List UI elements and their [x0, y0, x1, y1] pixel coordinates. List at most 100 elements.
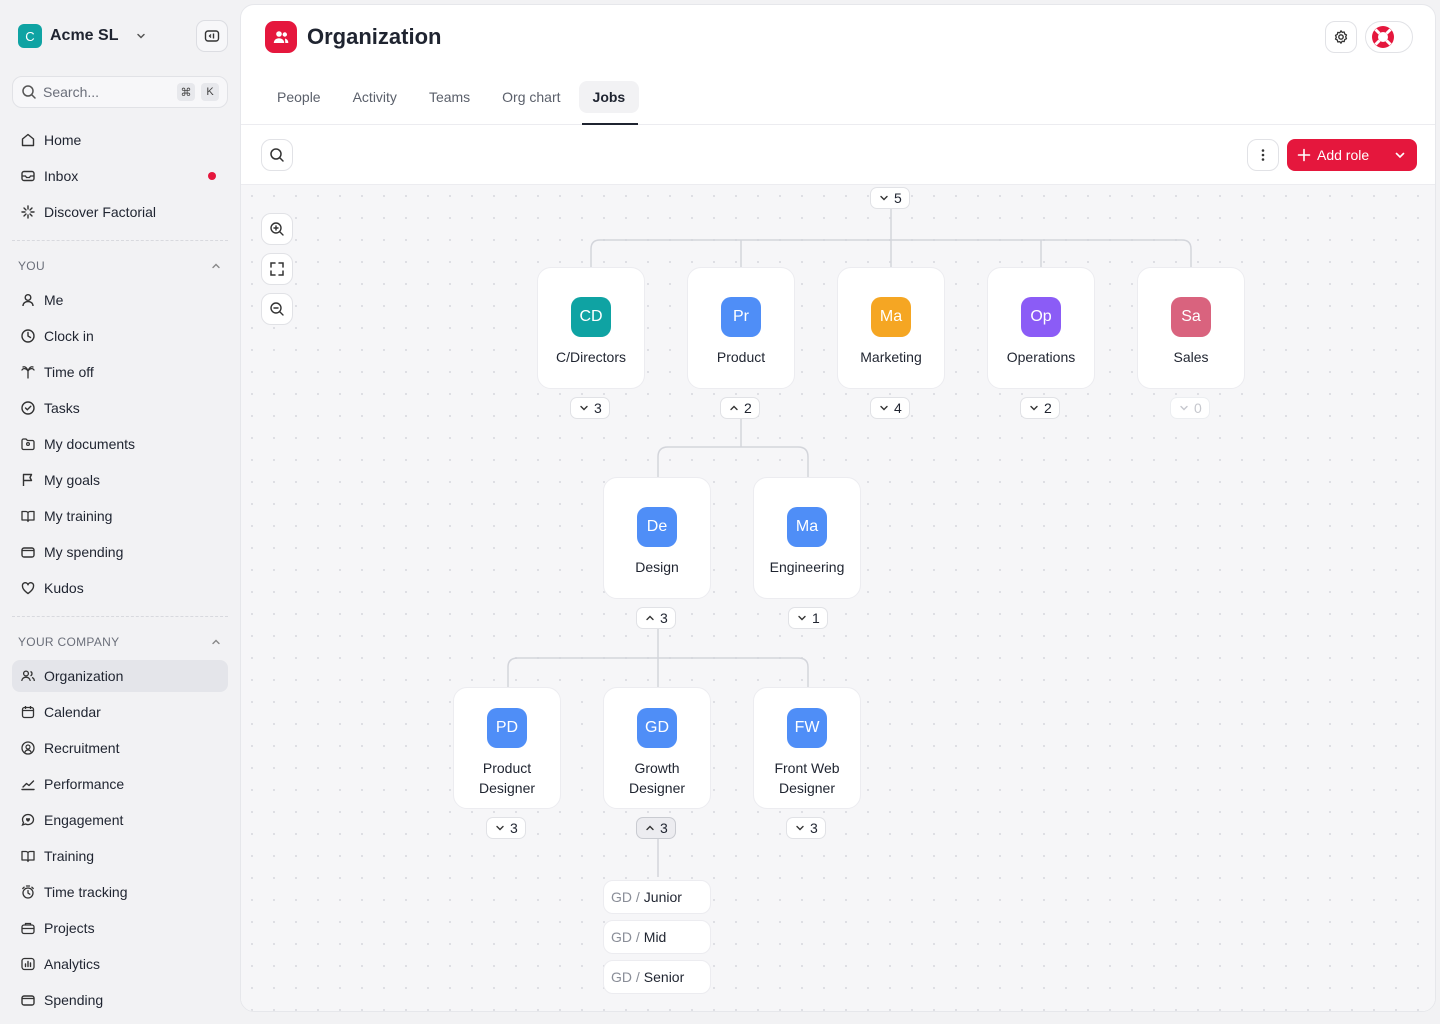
team-card-design[interactable]: De Design — [603, 477, 711, 599]
tab-people[interactable]: People — [263, 81, 335, 113]
role-name-line2: Designer — [478, 780, 536, 796]
role-card-product-designer[interactable]: PD Product Designer — [453, 687, 561, 809]
sidebar-item-clock-in[interactable]: Clock in — [12, 320, 228, 352]
role-card-front-web-designer[interactable]: FW Front Web Designer — [753, 687, 861, 809]
sidebar-item-training[interactable]: Training — [12, 840, 228, 872]
sidebar-item-kudos[interactable]: Kudos — [12, 572, 228, 604]
org-chart-canvas[interactable]: 5 CD C/Directors Pr Product Ma Marketing… — [241, 185, 1435, 1011]
level-name: Mid — [643, 929, 667, 945]
chevron-down-icon[interactable] — [132, 27, 150, 45]
sidebar-item-me[interactable]: Me — [12, 284, 228, 316]
people-icon — [21, 670, 35, 682]
home-icon — [21, 133, 35, 147]
expand-toggle-marketing[interactable]: 4 — [870, 397, 910, 419]
role-name-line1: Product — [482, 760, 532, 776]
sidebar-item-spending[interactable]: Spending — [12, 984, 228, 1016]
nav-top: Home Inbox Discover Factorial — [12, 124, 228, 232]
more-vertical-icon — [1261, 149, 1265, 161]
level-card-junior[interactable]: GD / Junior — [603, 880, 711, 914]
child-count: 1 — [812, 610, 820, 626]
sidebar-item-home[interactable]: Home — [12, 124, 228, 156]
plus-icon — [1297, 148, 1311, 162]
lifebuoy-icon — [1372, 26, 1394, 48]
child-count: 0 — [1194, 400, 1202, 416]
page-header: Organization — [265, 21, 441, 53]
role-avatar: PD — [487, 708, 527, 748]
team-name: Design — [635, 559, 679, 575]
tab-jobs[interactable]: Jobs — [578, 81, 640, 113]
sidebar-item-projects[interactable]: Projects — [12, 912, 228, 944]
search-input[interactable]: Search... ⌘ K — [12, 76, 228, 108]
expand-toggle-product-designer[interactable]: 3 — [486, 817, 526, 839]
sidebar-item-time-off[interactable]: Time off — [12, 356, 228, 388]
department-card-marketing[interactable]: Ma Marketing — [837, 267, 945, 389]
sidebar-item-recruitment[interactable]: Recruitment — [12, 732, 228, 764]
sidebar-item-tasks[interactable]: Tasks — [12, 392, 228, 424]
sparkle-icon — [21, 205, 35, 219]
sidebar-item-my-documents[interactable]: My documents — [12, 428, 228, 460]
tab-activity[interactable]: Activity — [339, 81, 411, 113]
role-name-line1: Growth — [634, 760, 680, 776]
expand-toggle-c-directors[interactable]: 3 — [570, 397, 610, 419]
chevron-down-icon — [1180, 405, 1188, 411]
palm-tree-icon — [21, 366, 35, 379]
child-count: 3 — [594, 400, 602, 416]
sidebar-item-my-goals[interactable]: My goals — [12, 464, 228, 496]
root-expand-toggle[interactable]: 5 — [870, 187, 910, 209]
level-prefix: GD / — [611, 969, 640, 985]
chevron-up-icon — [730, 405, 738, 411]
sidebar-item-performance[interactable]: Performance — [12, 768, 228, 800]
sidebar-item-inbox[interactable]: Inbox — [12, 160, 228, 192]
section-you-header[interactable]: YOU — [18, 258, 222, 274]
help-menu-button[interactable] — [1365, 21, 1413, 53]
sidebar-item-discover[interactable]: Discover Factorial — [12, 196, 228, 228]
sidebar-item-calendar[interactable]: Calendar — [12, 696, 228, 728]
sidebar-toggle-button[interactable] — [196, 20, 228, 52]
department-avatar: Ma — [871, 297, 911, 337]
sidebar-item-organization[interactable]: Organization — [12, 660, 228, 692]
sidebar-item-time-tracking[interactable]: Time tracking — [12, 876, 228, 908]
department-card-sales[interactable]: Sa Sales — [1137, 267, 1245, 389]
level-card-mid[interactable]: GD / Mid — [603, 920, 711, 954]
tab-teams[interactable]: Teams — [415, 81, 484, 113]
department-card-product[interactable]: Pr Product — [687, 267, 795, 389]
team-card-engineering[interactable]: Ma Engineering — [753, 477, 861, 599]
add-role-button[interactable]: Add role — [1287, 139, 1417, 171]
sidebar-item-my-training[interactable]: My training — [12, 500, 228, 532]
person-icon — [22, 294, 34, 307]
role-card-growth-designer[interactable]: GD Growth Designer — [603, 687, 711, 809]
company-switcher[interactable]: C Acme SL — [18, 24, 150, 48]
child-count: 3 — [510, 820, 518, 836]
search-button[interactable] — [261, 139, 293, 171]
collapse-toggle-design[interactable]: 3 — [636, 607, 676, 629]
more-options-button[interactable] — [1247, 139, 1279, 171]
sidebar-item-my-spending[interactable]: My spending — [12, 536, 228, 568]
child-count: 2 — [744, 400, 752, 416]
search-icon — [270, 148, 284, 162]
department-card-operations[interactable]: Op Operations — [987, 267, 1095, 389]
tab-org-chart[interactable]: Org chart — [488, 81, 574, 113]
expand-toggle-engineering[interactable]: 1 — [788, 607, 828, 629]
calendar-icon — [21, 706, 35, 719]
settings-button[interactable] — [1325, 21, 1357, 53]
sidebar-item-engagement[interactable]: Engagement — [12, 804, 228, 836]
sidebar-item-label: Inbox — [44, 168, 79, 184]
sidebar-item-label: Recruitment — [44, 740, 120, 756]
expand-toggle-operations[interactable]: 2 — [1020, 397, 1060, 419]
department-card-c-directors[interactable]: CD C/Directors — [537, 267, 645, 389]
section-company-header[interactable]: YOUR COMPANY — [18, 634, 222, 650]
team-avatar: De — [637, 507, 677, 547]
collapse-toggle-growth-designer[interactable]: 3 — [636, 817, 676, 839]
sidebar-item-label: Performance — [44, 776, 125, 792]
expand-toggle-front-web-designer[interactable]: 3 — [786, 817, 826, 839]
level-card-senior[interactable]: GD / Senior — [603, 960, 711, 994]
sidebar-item-label: Time tracking — [44, 884, 128, 900]
level-name: Senior — [643, 969, 685, 985]
chevron-down-icon — [496, 825, 504, 831]
sidebar-item-analytics[interactable]: Analytics — [12, 948, 228, 980]
role-name-line1: Front Web — [774, 760, 840, 776]
company-logo: C — [18, 24, 42, 48]
collapse-toggle-product[interactable]: 2 — [720, 397, 760, 419]
flag-icon — [22, 473, 33, 486]
sidebar-item-label: My training — [44, 508, 113, 524]
